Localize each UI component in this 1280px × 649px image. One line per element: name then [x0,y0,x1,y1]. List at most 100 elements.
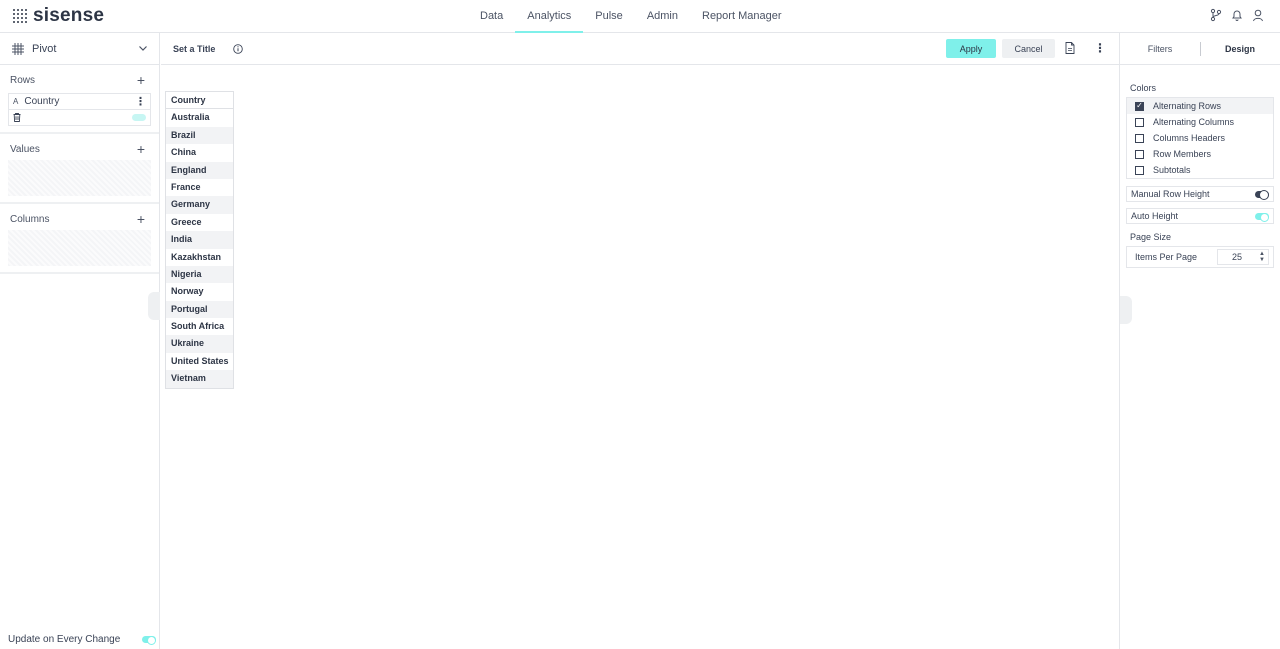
checkbox-checked-icon[interactable]: ✓ [1135,101,1144,111]
pivot-row[interactable]: France [166,178,233,197]
info-icon[interactable] [233,43,244,54]
nav-analytics[interactable]: Analytics [515,0,584,33]
top-icons [1210,8,1264,22]
option-alternating-rows[interactable]: ✓ Alternating Rows [1127,98,1273,114]
add-row-icon[interactable]: + [137,73,145,87]
tab-divider [1200,42,1201,56]
option-label: Alternating Columns [1153,117,1235,127]
items-per-page-value: 25 [1232,252,1243,262]
widget-titlebar: Set a Title Apply Cancel ⋮ [161,33,1119,65]
option-row-members[interactable]: Row Members [1127,146,1273,162]
columns-drop-zone[interactable] [8,230,151,266]
pivot-row[interactable]: Vietnam [166,370,233,388]
bell-icon[interactable] [1231,8,1243,22]
pivot-row[interactable]: Portugal [166,300,233,319]
option-alternating-columns[interactable]: Alternating Columns [1127,114,1273,130]
pivot-row[interactable]: China [166,144,233,162]
pivot-row[interactable]: Germany [166,196,233,214]
sisense-logo[interactable]: sisense [13,5,105,26]
checkbox-icon[interactable] [1135,149,1144,159]
values-drop-zone[interactable] [8,160,151,196]
data-panel: Pivot Rows + A Country ⋮ Values + Column… [0,33,160,649]
manual-row-height-toggle[interactable] [1255,190,1269,200]
pivot-row[interactable]: Norway [166,283,233,301]
nav-admin[interactable]: Admin [635,0,690,33]
text-type-badge: A [13,97,19,106]
widget-title-input[interactable]: Set a Title [173,44,215,54]
row-field-actions [8,110,151,126]
trash-icon[interactable] [13,113,21,122]
main-nav: Data Analytics Pulse Admin Report Manage… [468,0,794,33]
panel-tabs: Filters Design [1120,33,1280,65]
stepper-arrows-icon[interactable]: ▲ ▼ [1259,251,1265,263]
row-subtotal-toggle[interactable] [132,114,146,121]
pivot-row[interactable]: England [166,161,233,179]
manual-row-height-label: Manual Row Height [1131,189,1210,199]
auto-height-toggle[interactable] [1255,212,1269,222]
values-section: Values + [0,134,159,204]
columns-label: Columns [10,213,50,225]
pivot-row[interactable]: South Africa [166,318,233,336]
pivot-header-country[interactable]: Country [166,92,233,110]
logo-text: sisense [33,5,105,26]
top-navbar: sisense Data Analytics Pulse Admin Repor… [0,0,1280,33]
pivot-row[interactable]: Ukraine [166,335,233,353]
design-panel: Filters Design Colors ✓ Alternating Rows… [1119,33,1280,649]
rows-section: Rows + A Country ⋮ [0,65,159,134]
tab-design[interactable]: Design [1200,44,1280,54]
pivot-table: Country Australia Brazil China England F… [165,91,234,389]
option-label: Columns Headers [1153,133,1226,143]
user-icon[interactable] [1252,8,1264,22]
values-label: Values [10,143,40,155]
pivot-row[interactable]: Australia [166,109,233,127]
pivot-row[interactable]: India [166,231,233,249]
git-branch-icon[interactable] [1210,8,1222,22]
document-icon[interactable] [1065,42,1075,54]
auto-height-label: Auto Height [1131,211,1179,221]
option-columns-headers[interactable]: Columns Headers [1127,130,1273,146]
tab-filters[interactable]: Filters [1120,44,1200,54]
update-on-change-toggle[interactable] [142,636,156,645]
update-on-change-label: Update on Every Change [8,634,121,645]
add-column-icon[interactable]: + [137,212,145,226]
auto-height-row: Auto Height [1126,208,1274,224]
checkbox-icon[interactable] [1135,165,1144,175]
checkbox-icon[interactable] [1135,117,1144,127]
nav-data[interactable]: Data [468,0,515,33]
items-per-page-label: Items Per Page [1135,252,1198,262]
pivot-grid-icon [12,42,24,55]
add-value-icon[interactable]: + [137,142,145,156]
items-per-page-row: Items Per Page 25 ▲ ▼ [1126,246,1274,268]
widget-canvas: Set a Title Apply Cancel ⋮ Country Austr… [161,33,1119,649]
apply-button[interactable]: Apply [946,39,996,58]
cancel-button[interactable]: Cancel [1002,39,1055,58]
columns-section: Columns + [0,204,159,274]
colors-options: ✓ Alternating Rows Alternating Columns C… [1126,97,1274,179]
pivot-row[interactable]: Brazil [166,126,233,145]
logo-icon [13,9,27,23]
more-options-icon[interactable]: ⋮ [135,95,146,108]
widget-type-selector[interactable]: Pivot [0,33,159,65]
nav-pulse[interactable]: Pulse [583,0,635,33]
pivot-row[interactable]: Greece [166,213,233,232]
collapse-right-panel-handle[interactable] [1120,296,1132,324]
items-per-page-stepper[interactable]: 25 ▲ ▼ [1217,249,1269,265]
option-label: Subtotals [1153,165,1191,175]
pivot-row[interactable]: Kazakhstan [166,248,233,266]
rows-label: Rows [10,74,36,86]
chevron-down-icon[interactable] [139,46,147,51]
option-label: Alternating Rows [1153,101,1222,111]
widget-type-label: Pivot [32,42,57,55]
nav-report-manager[interactable]: Report Manager [690,0,794,33]
checkbox-icon[interactable] [1135,133,1144,143]
page-size-label: Page Size [1130,232,1172,242]
row-field-country[interactable]: A Country ⋮ [8,93,151,110]
collapse-left-panel-handle[interactable] [148,292,160,320]
more-menu-icon[interactable]: ⋮ [1094,42,1106,54]
colors-label: Colors [1130,83,1157,93]
option-subtotals[interactable]: Subtotals [1127,162,1273,178]
manual-row-height-row: Manual Row Height [1126,186,1274,202]
pivot-row[interactable]: Nigeria [166,265,233,284]
option-label: Row Members [1153,149,1212,159]
pivot-row[interactable]: United States [166,352,233,371]
